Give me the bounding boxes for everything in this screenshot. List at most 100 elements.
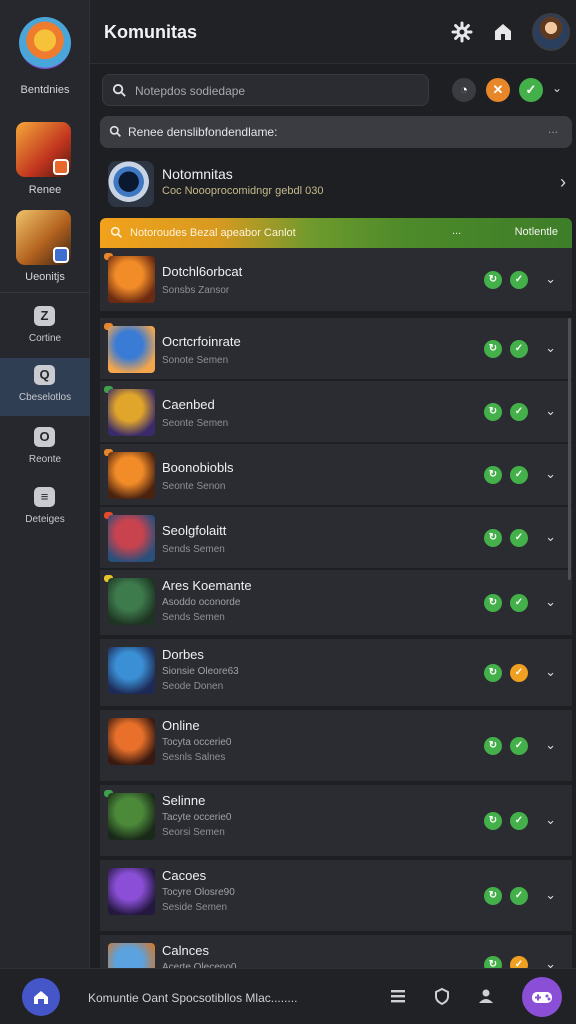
chevron-down-icon[interactable]: ⌄ — [545, 529, 556, 545]
sync-icon[interactable]: ↻ — [484, 812, 502, 830]
game-status: Seonte Senon — [162, 481, 226, 492]
check-icon[interactable]: ✓ — [510, 529, 528, 547]
check-icon[interactable]: ✓ — [510, 403, 528, 421]
sidebar-item-cortine[interactable]: Z Cortine — [0, 299, 90, 357]
game-row[interactable]: Ares Koemante Asoddo oconorde Sends Semen ↻… — [100, 570, 572, 636]
strip-label: Notoroudes Bezal apeabor Canlot — [130, 227, 296, 239]
search-bar[interactable] — [102, 74, 429, 106]
sidebar-item-deteiges[interactable]: ≡ Deteiges — [0, 480, 90, 538]
game-meta: Asoddo oconorde — [162, 597, 241, 608]
shield-icon[interactable] — [432, 986, 452, 1006]
chevron-down-icon[interactable]: ⌄ — [552, 81, 562, 95]
chevron-right-icon[interactable]: › — [560, 172, 566, 193]
highlight-strip[interactable]: Notoroudes Bezal apeabor Canlot ... Notl… — [100, 218, 572, 248]
game-title: Caenbed — [162, 397, 215, 412]
game-thumbnail — [108, 578, 155, 625]
sidebar-game-label: Ueonitjs — [25, 271, 65, 283]
check-icon[interactable]: ✓ — [510, 812, 528, 830]
check-button[interactable]: ✓ — [519, 78, 543, 102]
ring-icon: O — [34, 427, 55, 447]
chevron-down-icon[interactable]: ⌄ — [545, 271, 556, 287]
game-badge-icon — [53, 247, 69, 263]
list-icon[interactable] — [388, 986, 408, 1006]
sync-icon[interactable]: ↻ — [484, 466, 502, 484]
game-status: Sends Semen — [162, 612, 225, 623]
check-icon[interactable]: ✓ — [510, 887, 528, 905]
game-status: Sends Semen — [162, 544, 225, 555]
sidebar-item-label: Cbeselotlos — [18, 392, 72, 403]
game-thumbnail — [108, 793, 155, 840]
check-icon[interactable]: ✓ — [510, 466, 528, 484]
check-icon[interactable]: ✓ — [510, 664, 528, 682]
chevron-down-icon[interactable]: ⌄ — [545, 887, 556, 903]
sync-icon[interactable]: ↻ — [484, 737, 502, 755]
chevron-down-icon[interactable]: ⌄ — [545, 466, 556, 482]
search-input[interactable] — [135, 81, 415, 101]
page-title: Komunitas — [104, 22, 198, 42]
sidebar-top-label: Bentdnies — [20, 84, 70, 96]
home-button[interactable] — [22, 978, 60, 1016]
game-title: Dorbes — [162, 647, 204, 662]
game-thumbnail — [108, 256, 155, 303]
more-icon[interactable]: ... — [548, 122, 558, 136]
sidebar-game-label: Renee — [28, 184, 62, 196]
game-row[interactable]: Caenbed Seonte Semen ↻ ✓ ⌄ — [100, 381, 572, 443]
top-header: Komunitas — [90, 0, 576, 64]
game-row[interactable]: Boonobiobls Seonte Senon ↻ ✓ ⌄ — [100, 444, 572, 506]
game-status: Sonote Semen — [162, 355, 229, 366]
gamepad-button[interactable] — [522, 977, 562, 1017]
chevron-down-icon[interactable]: ⌄ — [545, 403, 556, 419]
chevron-down-icon[interactable]: ⌄ — [545, 594, 556, 610]
game-title: Ares Koemante — [162, 578, 252, 593]
sync-icon[interactable]: ↻ — [484, 887, 502, 905]
game-row[interactable]: Dorbes Sionsie Oleore63 Seode Donen ↻ ✓ ⌄ — [100, 639, 572, 707]
sidebar-game-renee[interactable] — [16, 122, 71, 177]
filter-bar[interactable]: Renee denslibfondendlame: ... — [100, 116, 572, 148]
sync-icon[interactable]: ↻ — [484, 529, 502, 547]
game-thumbnail — [108, 868, 155, 915]
game-row[interactable]: Dotchl6orbcat Sonsbs Zansor ↻ ✓ ⌄ — [100, 248, 572, 312]
sidebar-item-label: Cortine — [28, 333, 62, 344]
check-icon[interactable]: ✓ — [510, 594, 528, 612]
sidebar-item-cbeselotlos[interactable]: Q Cbeselotlos — [0, 358, 90, 416]
game-row[interactable]: Selinne Tacyte occerie0 Seorsi Semen ↻ ✓ ⌄ — [100, 785, 572, 857]
check-icon[interactable]: ✓ — [510, 340, 528, 358]
home-icon[interactable] — [491, 20, 515, 44]
game-status: Sesnls Salnes — [162, 752, 226, 763]
app-logo[interactable] — [19, 17, 71, 69]
game-row[interactable]: Online Tocyta occerie0 Sesnls Salnes ↻ ✓ ⌄ — [100, 710, 572, 782]
game-status: Seonte Semen — [162, 418, 229, 429]
chevron-down-icon[interactable]: ⌄ — [545, 812, 556, 828]
sync-icon[interactable]: ↻ — [484, 340, 502, 358]
sync-icon[interactable]: ↻ — [484, 594, 502, 612]
status-text: Komuntie Oant Spocsotibllos Mlac........ — [88, 991, 298, 1005]
scrollbar[interactable] — [568, 318, 571, 580]
settings-icon[interactable] — [450, 20, 474, 44]
search-icon — [109, 125, 121, 137]
sidebar-game-ueonitjs[interactable] — [16, 210, 71, 265]
sync-icon[interactable]: ↻ — [484, 403, 502, 421]
chevron-down-icon[interactable]: ⌄ — [545, 664, 556, 680]
check-icon[interactable]: ✓ — [510, 271, 528, 289]
sync-icon[interactable]: ↻ — [484, 664, 502, 682]
sync-icon[interactable]: ↻ — [484, 271, 502, 289]
chevron-down-icon[interactable]: ⌄ — [545, 737, 556, 753]
check-icon[interactable]: ✓ — [510, 737, 528, 755]
game-row[interactable]: Cacoes Tocyre Olosre90 Seside Semen ↻ ✓ ⌄ — [100, 860, 572, 932]
user-avatar[interactable] — [532, 13, 570, 51]
sidebar-item-reonte[interactable]: O Reonte — [0, 420, 90, 478]
user-icon[interactable] — [476, 986, 496, 1006]
game-row[interactable]: Seolgfolaitt Sends Semen ↻ ✓ ⌄ — [100, 507, 572, 569]
game-row[interactable]: Ocrtcrfoinrate Sonote Semen ↻ ✓ ⌄ — [100, 318, 572, 380]
gamepad-icon — [532, 992, 552, 1003]
chevron-down-icon[interactable]: ⌄ — [545, 340, 556, 356]
mic-button[interactable]: ◔ — [452, 78, 476, 102]
community-card[interactable]: Notomnitas Coc Noooprocomidngr gebdl 030… — [100, 154, 572, 212]
x-button[interactable]: ✕ — [486, 78, 510, 102]
game-status: Sonsbs Zansor — [162, 285, 230, 296]
game-meta: Tacyte occerie0 — [162, 812, 232, 823]
sidebar-item-label: Deteiges — [25, 514, 65, 525]
game-title: Calnces — [162, 943, 209, 958]
game-thumbnail — [108, 389, 155, 436]
strip-right-label[interactable]: Notlentle — [515, 226, 558, 238]
